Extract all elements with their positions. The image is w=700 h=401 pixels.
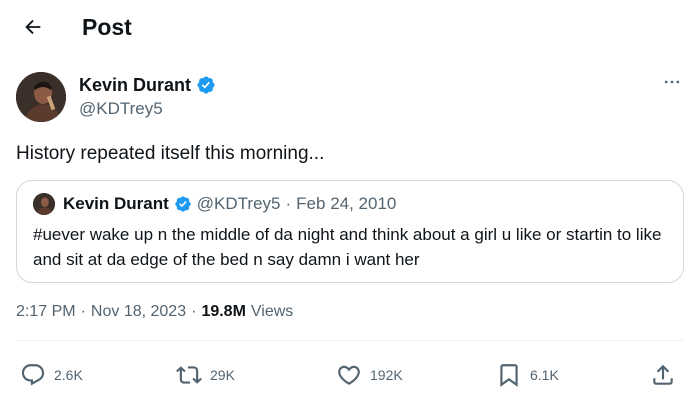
post-author: Kevin Durant @KDTrey5 — [16, 70, 686, 122]
repost-button[interactable]: 29K — [176, 360, 235, 390]
author-name-row: Kevin Durant — [79, 74, 216, 96]
views-label: Views — [250, 303, 294, 320]
arrow-left-icon — [25, 19, 41, 35]
action-bar: 2.6K 29K 192K 6.1K — [0, 360, 700, 390]
separator-dot: · — [80, 303, 86, 320]
avatar[interactable] — [16, 72, 66, 122]
reply-icon — [21, 364, 45, 386]
heart-icon — [338, 365, 360, 385]
reply-count: 2.6K — [54, 367, 83, 383]
separator-dot: · — [285, 194, 292, 213]
divider — [16, 340, 684, 341]
post-text: History repeated itself this morning... — [16, 143, 325, 164]
verified-badge-icon — [197, 76, 215, 94]
repost-count: 29K — [210, 367, 235, 383]
post-time[interactable]: 2:17 PM — [16, 303, 76, 321]
author-handle[interactable]: @KDTrey5 — [79, 98, 163, 120]
like-button[interactable]: 192K — [336, 360, 403, 390]
back-button[interactable] — [18, 12, 48, 42]
more-horizontal-icon — [664, 80, 680, 84]
share-button[interactable] — [650, 360, 676, 390]
reply-button[interactable]: 2.6K — [20, 360, 83, 390]
repost-icon — [176, 366, 202, 384]
quoted-author-name: Kevin Durant — [63, 194, 169, 213]
page-header: Post — [0, 0, 700, 56]
separator-dot: · — [191, 303, 197, 320]
quoted-avatar — [33, 193, 55, 215]
quoted-author-handle: @KDTrey5 — [196, 194, 281, 213]
author-name[interactable]: Kevin Durant — [79, 74, 191, 96]
quoted-post[interactable]: Kevin Durant @KDTrey5 · Feb 24, 2010 #ue… — [16, 180, 684, 283]
quoted-post-text: #uever wake up n the middle of da night … — [33, 225, 662, 269]
more-options-button[interactable] — [660, 72, 684, 92]
views-count: 19.8M — [201, 303, 246, 320]
verified-badge-icon — [175, 196, 191, 212]
page-title: Post — [82, 14, 132, 40]
quoted-post-header: Kevin Durant @KDTrey5 · Feb 24, 2010 — [33, 193, 396, 215]
bookmark-button[interactable]: 6.1K — [496, 360, 559, 390]
bookmark-icon — [500, 364, 518, 387]
share-icon — [653, 364, 673, 385]
quoted-post-date: Feb 24, 2010 — [296, 194, 397, 213]
like-count: 192K — [370, 367, 403, 383]
post-meta: 2:17 PM · Nov 18, 2023 · 19.8M Views — [16, 303, 293, 321]
post-date[interactable]: Nov 18, 2023 — [91, 303, 186, 321]
bookmark-count: 6.1K — [530, 367, 559, 383]
